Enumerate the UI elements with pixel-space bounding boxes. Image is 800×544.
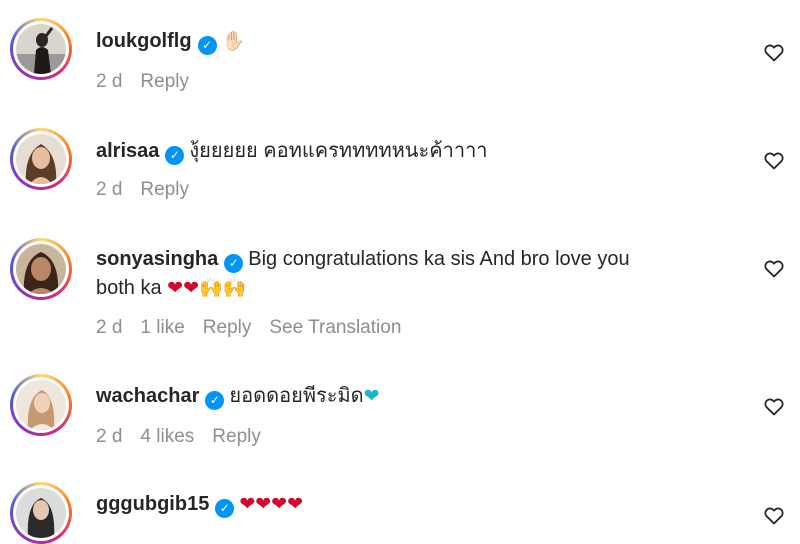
- comment-text: งุ้ยยยยย คอทแครททททหนะค้าาาา: [189, 140, 488, 162]
- comment-emoji: ✋🏻: [221, 30, 246, 52]
- heart-icon[interactable]: [762, 256, 786, 280]
- comment-username[interactable]: wachachar: [96, 385, 199, 407]
- comment-timestamp: 2 d: [96, 317, 123, 338]
- see-translation-button[interactable]: See Translation: [269, 317, 401, 338]
- avatar[interactable]: [10, 482, 72, 544]
- comment-emoji: ❤: [363, 385, 380, 407]
- comment-username[interactable]: gggubgib15: [96, 493, 209, 515]
- comment-emoji: ❤❤🙌🙌: [167, 277, 247, 299]
- verified-badge-icon: ✓: [224, 254, 244, 273]
- heart-icon[interactable]: [762, 148, 786, 172]
- reply-button[interactable]: Reply: [140, 71, 189, 92]
- heart-icon[interactable]: [762, 40, 786, 64]
- likes-count[interactable]: 1 like: [140, 317, 184, 338]
- reply-button[interactable]: Reply: [203, 317, 252, 338]
- avatar[interactable]: [10, 128, 72, 190]
- avatar-image: [16, 24, 66, 74]
- comment-list: loukgolflg ✓ ✋🏻 2 d Reply alrisaa ✓ งุ้ย…: [0, 0, 800, 544]
- avatar-image: [16, 244, 66, 294]
- comment-text-continued: both ka: [96, 277, 162, 299]
- avatar[interactable]: [10, 238, 72, 300]
- verified-badge-icon: ✓: [165, 146, 185, 165]
- reply-button[interactable]: Reply: [140, 179, 189, 200]
- comment-emoji: ❤❤❤❤: [239, 493, 304, 515]
- avatar[interactable]: [10, 18, 72, 80]
- verified-badge-icon: ✓: [205, 391, 225, 410]
- avatar-image: [16, 134, 66, 184]
- reply-button[interactable]: Reply: [212, 426, 261, 447]
- heart-icon[interactable]: [762, 503, 786, 527]
- heart-icon[interactable]: [762, 394, 786, 418]
- comment-text: ยอดดอยพีระมิด: [229, 385, 364, 407]
- comment-username[interactable]: alrisaa: [96, 140, 159, 162]
- comment-username[interactable]: loukgolflg: [96, 30, 192, 52]
- comment-text: Big congratulations ka sis And bro love …: [248, 248, 630, 270]
- comment-timestamp: 2 d: [96, 179, 123, 200]
- verified-badge-icon: ✓: [197, 36, 217, 55]
- likes-count[interactable]: 4 likes: [140, 426, 194, 447]
- comment-timestamp: 2 d: [96, 71, 123, 92]
- avatar[interactable]: [10, 374, 72, 436]
- avatar-image: [16, 380, 66, 430]
- comment-username[interactable]: sonyasingha: [96, 248, 218, 270]
- verified-badge-icon: ✓: [215, 499, 235, 518]
- comment-timestamp: 2 d: [96, 426, 123, 447]
